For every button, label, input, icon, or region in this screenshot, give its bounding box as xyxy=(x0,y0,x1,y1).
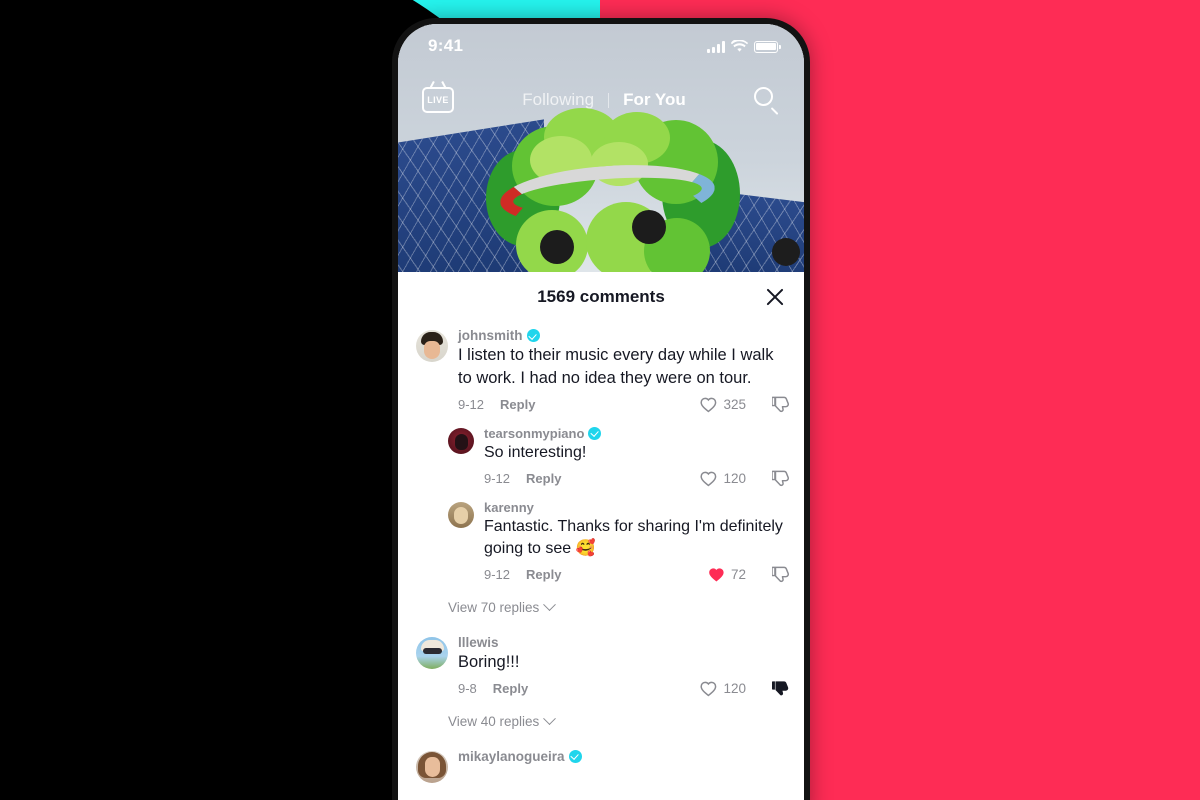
phone-mockup: 9:41 LIVE Following For You 1569 comment… xyxy=(392,18,810,800)
comment-text: So interesting! xyxy=(484,443,587,461)
balloon-eye-right xyxy=(632,210,666,244)
comment-item[interactable]: johnsmith I listen to their music every d… xyxy=(398,322,804,420)
like-count: 120 xyxy=(723,471,746,487)
comment-date: 9-12 xyxy=(458,397,485,413)
video-player[interactable]: 9:41 LIVE Following For You xyxy=(398,24,804,272)
reply-button[interactable]: Reply xyxy=(493,681,528,696)
screenshot-stage: 9:41 LIVE Following For You 1569 comment… xyxy=(0,0,1200,800)
search-icon[interactable] xyxy=(754,87,780,115)
comments-header: 1569 comments xyxy=(398,272,804,322)
like-button[interactable]: 120 xyxy=(699,680,746,698)
thumbs-down-outline-icon[interactable] xyxy=(772,566,790,584)
comment-actions: 120 xyxy=(699,680,790,698)
comment-actions: 72 xyxy=(707,566,790,584)
username-row: lllewis xyxy=(458,635,790,650)
comment-username[interactable]: mikaylanogueira xyxy=(458,749,565,764)
live-label: LIVE xyxy=(427,95,449,105)
comment-actions: 325 xyxy=(699,396,790,414)
view-replies-label: View 70 replies xyxy=(448,599,540,615)
comment-text: Fantastic. Thanks for sharing I'm defini… xyxy=(484,517,783,557)
comment-username[interactable]: lllewis xyxy=(458,635,499,650)
cellular-signal-icon xyxy=(707,40,725,53)
status-icons xyxy=(707,39,781,53)
heart-outline-icon xyxy=(699,470,718,488)
comment-username[interactable]: johnsmith xyxy=(458,328,523,343)
comment-body: mikaylanogueira xyxy=(458,749,790,783)
comment-date: 9-12 xyxy=(484,471,511,487)
feed-tabs: Following For You xyxy=(454,90,754,110)
username-row: tearsonmypiano xyxy=(484,426,790,441)
phone-screen: 9:41 LIVE Following For You 1569 comment… xyxy=(398,24,804,800)
comment-body: karenny Fantastic. Thanks for sharing I'm… xyxy=(484,500,790,588)
comment-meta: 9-8 Reply 120 xyxy=(458,680,790,698)
avatar[interactable] xyxy=(416,750,448,783)
comment-text: I listen to their music every day while … xyxy=(458,346,774,387)
comment-meta: 9-12 Reply 72 xyxy=(484,566,790,584)
username-row: mikaylanogueira xyxy=(458,749,790,764)
verified-badge-icon xyxy=(568,749,582,763)
username-row: karenny xyxy=(484,500,790,515)
tab-following[interactable]: Following xyxy=(522,90,594,110)
avatar[interactable] xyxy=(448,501,474,528)
balloon-sculpture xyxy=(486,106,740,272)
comment-body: lllewis Boring!!! 9-8 Reply 120 xyxy=(458,635,790,702)
tab-separator xyxy=(608,92,610,108)
status-clock: 9:41 xyxy=(428,36,464,55)
verified-badge-icon xyxy=(588,426,602,440)
comment-date: 9-8 xyxy=(458,681,477,697)
comment-body: johnsmith I listen to their music every d… xyxy=(458,328,790,418)
comment-actions: 120 xyxy=(699,470,790,488)
avatar[interactable] xyxy=(416,330,448,362)
thumbs-down-outline-icon[interactable] xyxy=(772,396,790,414)
close-icon[interactable] xyxy=(764,286,786,308)
comment-item[interactable]: karenny Fantastic. Thanks for sharing I'm… xyxy=(398,494,804,590)
like-button[interactable]: 325 xyxy=(699,396,746,414)
comment-date: 9-12 xyxy=(484,567,511,583)
heart-outline-icon xyxy=(699,396,718,414)
username-row: johnsmith xyxy=(458,328,790,343)
reply-button[interactable]: Reply xyxy=(526,567,561,582)
like-count: 325 xyxy=(723,397,746,413)
wifi-icon xyxy=(731,39,748,52)
thumbs-down-filled-icon[interactable] xyxy=(772,680,790,698)
like-count: 120 xyxy=(723,681,746,697)
like-count: 72 xyxy=(730,567,746,583)
view-replies-toggle[interactable]: View 40 replies xyxy=(398,704,804,743)
comments-sheet: 1569 comments johnsmith I listen to their… xyxy=(398,272,804,800)
reply-button[interactable]: Reply xyxy=(500,397,535,412)
status-bar: 9:41 xyxy=(398,24,804,68)
comment-meta: 9-12 Reply 325 xyxy=(458,396,790,414)
battery-icon xyxy=(754,40,781,53)
avatar[interactable] xyxy=(448,427,474,454)
chevron-down-icon xyxy=(543,711,557,725)
comment-username[interactable]: karenny xyxy=(484,500,534,515)
avatar[interactable] xyxy=(416,636,448,669)
chevron-down-icon xyxy=(543,598,557,611)
comment-text: Boring!!! xyxy=(458,652,520,671)
comment-username[interactable]: tearsonmypiano xyxy=(484,426,584,441)
comment-body: tearsonmypiano So interesting! 9-12 Reply 12… xyxy=(484,426,790,492)
comment-list[interactable]: johnsmith I listen to their music every d… xyxy=(398,322,804,785)
reply-button[interactable]: Reply xyxy=(526,471,561,486)
verified-badge-icon xyxy=(526,329,540,342)
heart-filled-icon xyxy=(707,566,726,584)
top-navigation: LIVE Following For You xyxy=(398,80,804,120)
like-button[interactable]: 120 xyxy=(699,470,746,488)
view-replies-toggle[interactable]: View 70 replies xyxy=(398,590,804,629)
live-tv-icon[interactable]: LIVE xyxy=(422,87,454,113)
thumbs-down-outline-icon[interactable] xyxy=(772,470,790,488)
comment-meta: 9-12 Reply 120 xyxy=(484,470,790,488)
like-button[interactable]: 72 xyxy=(707,566,746,584)
comments-count-title: 1569 comments xyxy=(537,287,665,306)
comment-item[interactable]: mikaylanogueira xyxy=(398,743,804,785)
view-replies-label: View 40 replies xyxy=(448,713,540,729)
tab-for-you[interactable]: For You xyxy=(623,90,686,110)
balloon-eye-far-right xyxy=(772,238,800,266)
balloon-eye-left xyxy=(540,230,574,264)
comment-item[interactable]: tearsonmypiano So interesting! 9-12 Reply 12… xyxy=(398,420,804,494)
comment-item[interactable]: lllewis Boring!!! 9-8 Reply 120 xyxy=(398,629,804,704)
heart-outline-icon xyxy=(699,680,718,698)
